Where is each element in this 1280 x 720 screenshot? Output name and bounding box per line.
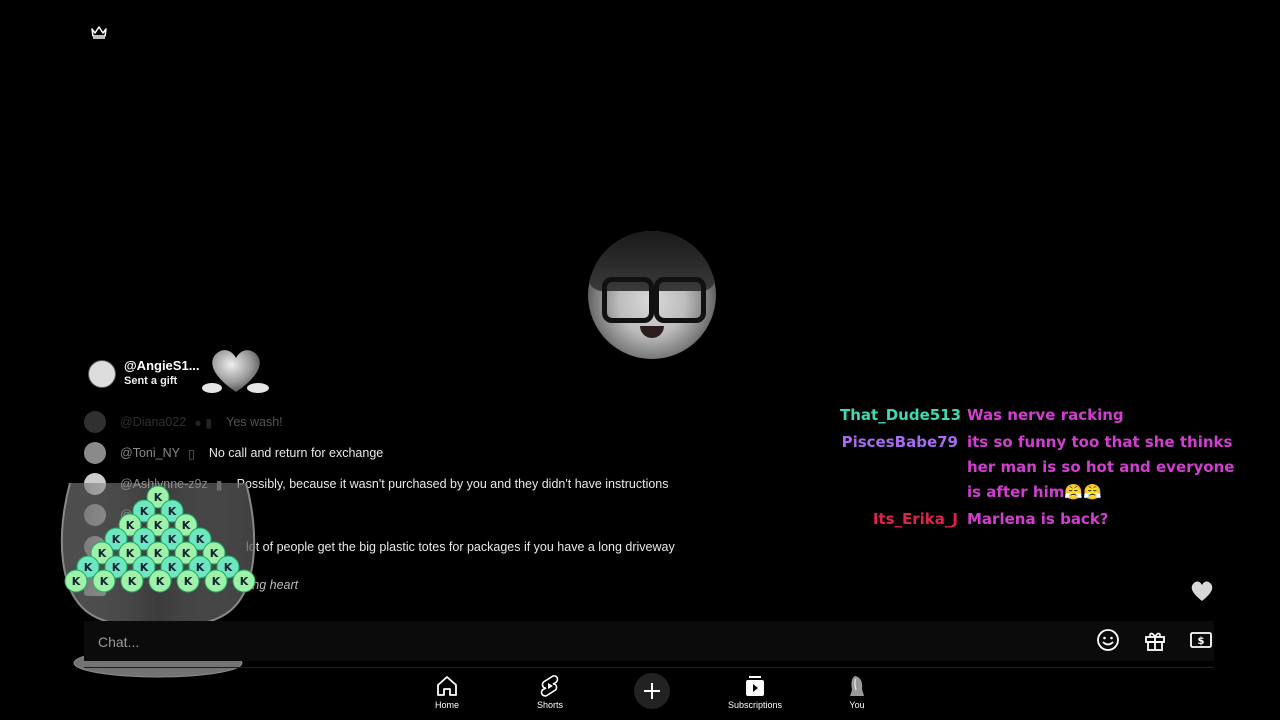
avatar	[84, 442, 106, 464]
nav-home[interactable]: Home	[407, 674, 487, 710]
gifter-username: @AngieS1...	[124, 358, 200, 373]
heart-gift-icon	[202, 350, 269, 393]
chat-username: @Toni_NY	[120, 446, 180, 460]
token-letter: K	[168, 561, 177, 574]
chat-username: PiscesBabe79	[841, 433, 958, 451]
token-letter: K	[196, 561, 205, 574]
nav-you[interactable]: You	[817, 674, 897, 710]
token-letter: K	[84, 561, 93, 574]
chat-message: Its_Erika_J Marlena is back?	[840, 507, 1240, 532]
chat-text: its so funny too that she thinks her man…	[967, 433, 1235, 501]
chat-username: That_Dude513	[840, 406, 962, 424]
token-letter: K	[140, 505, 149, 518]
token-letter: K	[154, 519, 163, 532]
token-letter: K	[156, 575, 165, 588]
divider	[84, 667, 1214, 668]
crown-icon[interactable]	[90, 24, 108, 40]
gift-subtitle: Sent a gift	[124, 375, 178, 387]
token-letter: K	[240, 575, 249, 588]
token-letter: K	[182, 547, 191, 560]
token-letter: K	[168, 533, 177, 546]
chat-text: No call and return for exchange	[208, 446, 384, 460]
chat-username: Its_Erika_J	[872, 510, 958, 528]
token-letter: K	[126, 519, 135, 532]
gifter-avatar	[88, 360, 116, 388]
badge-icon: ● ▮	[194, 415, 213, 430]
heart-icon[interactable]	[1190, 580, 1214, 602]
chat-message: PiscesBabe79 its so funny too that she t…	[840, 430, 1240, 505]
nav-shorts-label: Shorts	[536, 700, 563, 710]
token-letter: K	[224, 561, 233, 574]
chat-text: Was nerve racking	[967, 406, 1124, 424]
create-icon	[644, 683, 660, 699]
super-chat-icon[interactable]: $	[1188, 627, 1214, 653]
chat-username: @Diana022	[120, 415, 187, 429]
svg-text:$: $	[1198, 636, 1205, 647]
token-letter: K	[112, 561, 121, 574]
token-letter: K	[212, 575, 221, 588]
chat-message: @Diana022 ● ▮ Yes wash!	[84, 411, 283, 433]
chat-text: Marlena is back?	[967, 510, 1109, 528]
token-letter: K	[128, 575, 137, 588]
gift-icon[interactable]	[1142, 627, 1168, 653]
token-letter: K	[184, 575, 193, 588]
token-letter: K	[72, 575, 81, 588]
token-letter: K	[210, 547, 219, 560]
avatar	[84, 411, 106, 433]
token-letter: K	[112, 533, 121, 546]
token-letter: K	[100, 575, 109, 588]
nav-subscriptions[interactable]: Subscriptions	[715, 674, 795, 710]
avatar	[850, 676, 864, 696]
home-icon	[437, 676, 457, 696]
token-letter: K	[126, 547, 135, 560]
chat-text: Yes wash!	[226, 415, 283, 429]
create-button[interactable]	[634, 673, 670, 709]
nav-home-label: Home	[434, 700, 459, 710]
chat-text: lot of people get the big plastic totes …	[246, 540, 675, 554]
chat-text: Possibly, because it wasn't purchased by…	[236, 477, 669, 491]
nav-shorts[interactable]: Shorts	[510, 674, 590, 710]
token-letter: K	[154, 491, 163, 504]
nav-you-label: You	[849, 700, 865, 710]
chat-message: That_Dude513 Was nerve racking	[840, 403, 1240, 428]
emoji-icon[interactable]	[1095, 627, 1121, 653]
chat-input[interactable]	[96, 630, 500, 654]
token-letter: K	[168, 505, 177, 518]
badge-icon: ▯	[187, 446, 195, 461]
token-letter: K	[140, 561, 149, 574]
subscriptions-icon	[746, 676, 764, 696]
token-letter: K	[154, 547, 163, 560]
token-letter: K	[182, 519, 191, 532]
shorts-icon	[540, 675, 559, 697]
chat-message: @Toni_NY ▯ No call and return for exchan…	[84, 442, 383, 464]
token-letter: K	[196, 533, 205, 546]
streamer-video	[588, 231, 716, 359]
nav-subscriptions-label: Subscriptions	[727, 700, 783, 710]
token-letter: K	[98, 547, 107, 560]
token-letter: K	[140, 533, 149, 546]
